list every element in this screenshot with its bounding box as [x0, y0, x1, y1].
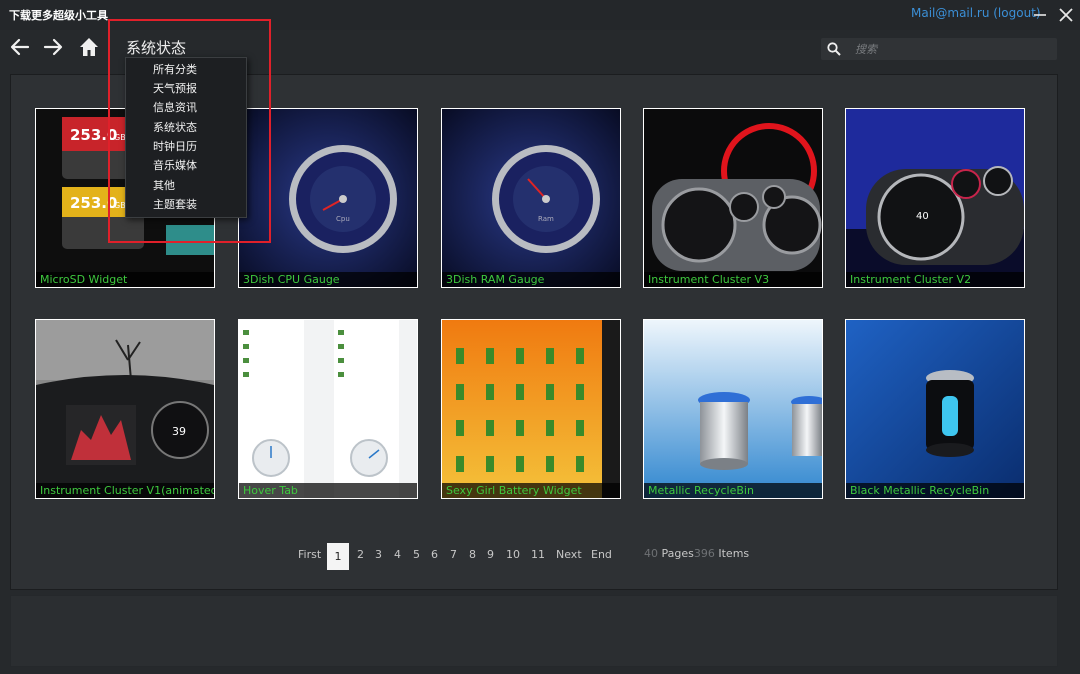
first-page-link[interactable]: First — [298, 548, 321, 561]
tile-label: Instrument Cluster V2 — [846, 272, 1024, 287]
pagination-summary: 40 Pages396 Items — [644, 547, 749, 560]
item-count: 396 — [693, 547, 715, 560]
tile-label: Instrument Cluster V3 — [644, 272, 822, 287]
widget-tile[interactable]: Ram 3Dish RAM Gauge — [441, 108, 621, 288]
home-icon[interactable] — [78, 36, 100, 58]
forward-arrow-icon[interactable] — [42, 36, 64, 58]
widget-tile[interactable]: Metallic RecycleBin — [643, 319, 823, 499]
page-link[interactable]: 3 — [375, 548, 382, 561]
title-bar: 下载更多超级小工具 Mail@mail.ru (logout) — [0, 0, 1080, 30]
page-link[interactable]: 8 — [469, 548, 476, 561]
app-title: 下载更多超级小工具 — [9, 9, 108, 22]
category-dropdown: 所有分类 天气预报 信息资讯 系统状态 时钟日历 音乐媒体 其他 主题套装 — [125, 57, 247, 218]
page-link[interactable]: 5 — [413, 548, 420, 561]
footer-bar — [10, 595, 1058, 667]
tile-label: Metallic RecycleBin — [644, 483, 822, 498]
v1-speed-readout: 39 — [172, 425, 186, 438]
sd-capacity-1: 253.0 — [70, 126, 117, 144]
tile-label: MicroSD Widget — [36, 272, 214, 287]
widget-tile[interactable]: 40 Instrument Cluster V2 — [845, 108, 1025, 288]
tile-label: Instrument Cluster V1(animated — [36, 483, 214, 498]
tile-label: Hover Tab — [239, 483, 417, 498]
battery-widget-thumbnail — [442, 320, 620, 498]
search-input[interactable] — [855, 40, 1051, 58]
widget-tile[interactable]: 39 Instrument Cluster V1(animated — [35, 319, 215, 499]
cluster-v3-thumbnail — [644, 109, 822, 287]
cpu-gauge-label: Cpu — [336, 215, 350, 223]
minimize-icon[interactable] — [1031, 6, 1049, 24]
cluster-v2-thumbnail: 40 — [846, 109, 1024, 287]
metallic-recyclebin-thumbnail — [644, 320, 822, 498]
menu-item[interactable]: 信息资讯 — [153, 99, 197, 115]
account-link[interactable]: Mail@mail.ru (logout) — [911, 6, 1041, 20]
menu-item[interactable]: 天气预报 — [153, 80, 197, 96]
next-page-link[interactable]: Next — [556, 548, 582, 561]
pages-label: Pages — [661, 547, 694, 560]
widget-tile[interactable]: Hover Tab — [238, 319, 418, 499]
page-link[interactable]: 9 — [487, 548, 494, 561]
widget-tile[interactable]: Sexy Girl Battery Widget — [441, 319, 621, 499]
page-link[interactable]: 2 — [357, 548, 364, 561]
tile-label: 3Dish CPU Gauge — [239, 272, 417, 287]
black-recyclebin-thumbnail — [846, 320, 1024, 498]
cluster-v1-thumbnail: 39 — [36, 320, 214, 498]
page-link[interactable]: 4 — [394, 548, 401, 561]
menu-item[interactable]: 系统状态 — [153, 119, 197, 135]
search-icon — [827, 42, 841, 56]
hover-tab-thumbnail — [239, 320, 417, 498]
last-page-link[interactable]: End — [591, 548, 612, 561]
page-link[interactable]: 11 — [531, 548, 545, 561]
sd-unit-2: GB — [114, 201, 126, 210]
page-link[interactable]: 10 — [506, 548, 520, 561]
widget-tile[interactable]: Black Metallic RecycleBin — [845, 319, 1025, 499]
page-link[interactable]: 6 — [431, 548, 438, 561]
tile-label: Black Metallic RecycleBin — [846, 483, 1024, 498]
menu-item[interactable]: 其他 — [153, 177, 175, 193]
tile-label: Sexy Girl Battery Widget — [442, 483, 620, 498]
cpu-gauge-thumbnail: Cpu — [239, 109, 417, 287]
page-link[interactable]: 7 — [450, 548, 457, 561]
back-arrow-icon[interactable] — [9, 36, 31, 58]
page-count: 40 — [644, 547, 658, 560]
ram-gauge-label: Ram — [538, 215, 554, 223]
widget-tile[interactable]: Cpu 3Dish CPU Gauge — [238, 108, 418, 288]
widget-tile[interactable]: Instrument Cluster V3 — [643, 108, 823, 288]
close-icon[interactable] — [1057, 6, 1075, 24]
current-page[interactable]: 1 — [327, 543, 349, 570]
sd-capacity-2: 253.0 — [70, 194, 117, 212]
tile-label: 3Dish RAM Gauge — [442, 272, 620, 287]
speed-readout: 40 — [916, 211, 929, 222]
menu-item[interactable]: 所有分类 — [153, 61, 197, 77]
items-label: Items — [718, 547, 750, 560]
menu-item[interactable]: 时钟日历 — [153, 138, 197, 154]
sd-unit-1: GB — [114, 133, 126, 142]
menu-item[interactable]: 主题套装 — [153, 196, 197, 212]
ram-gauge-thumbnail: Ram — [442, 109, 620, 287]
category-title[interactable]: 系统状态 — [126, 37, 186, 58]
search-box[interactable] — [821, 38, 1057, 60]
menu-item[interactable]: 音乐媒体 — [153, 157, 197, 173]
